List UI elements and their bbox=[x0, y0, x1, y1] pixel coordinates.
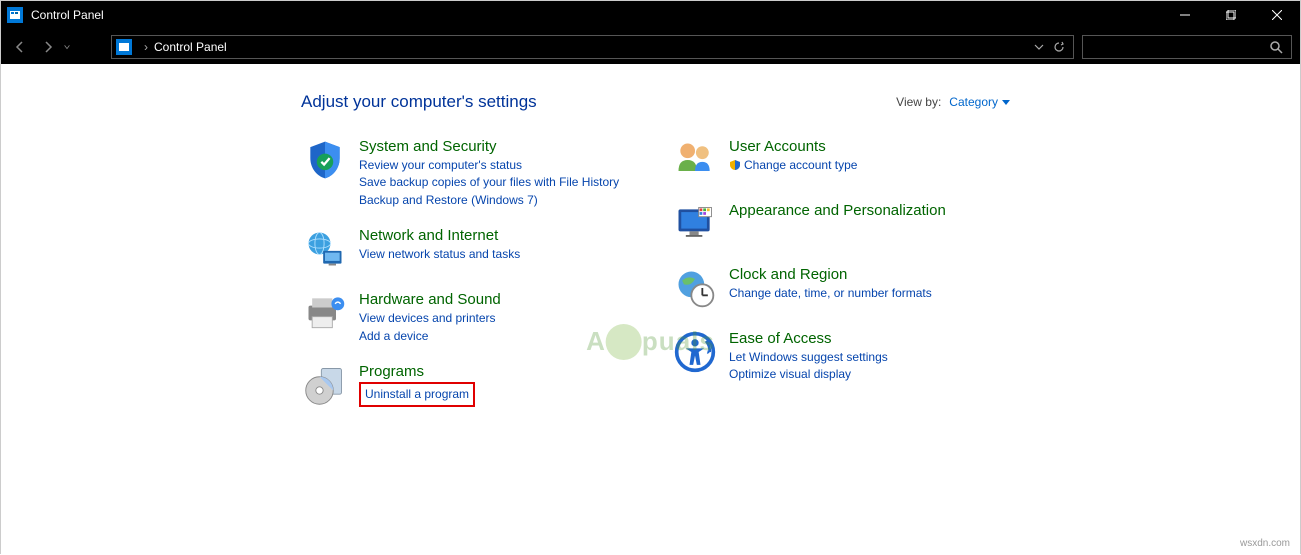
category-title[interactable]: User Accounts bbox=[729, 138, 857, 155]
page-title: Adjust your computer's settings bbox=[301, 92, 896, 112]
up-button[interactable] bbox=[77, 34, 103, 60]
chevron-down-icon bbox=[1002, 98, 1010, 106]
view-by-value: Category bbox=[949, 95, 998, 109]
chevron-down-icon[interactable] bbox=[1033, 41, 1045, 53]
category-link[interactable]: Optimize visual display bbox=[729, 366, 888, 383]
category-link[interactable]: View network status and tasks bbox=[359, 246, 520, 263]
control-panel-icon bbox=[116, 39, 132, 55]
shield-icon[interactable] bbox=[301, 136, 349, 184]
refresh-icon[interactable] bbox=[1053, 41, 1065, 53]
category-appearance: Appearance and Personalization bbox=[671, 200, 1001, 248]
category-title[interactable]: Programs bbox=[359, 363, 475, 380]
content-area: Adjust your computer's settings View by:… bbox=[1, 64, 1300, 555]
back-button[interactable] bbox=[7, 34, 33, 60]
nav-bar: › Control Panel bbox=[1, 29, 1300, 64]
history-dropdown[interactable] bbox=[63, 40, 75, 54]
globe-network-icon[interactable] bbox=[301, 225, 349, 273]
category-programs: Programs Uninstall a program bbox=[301, 361, 631, 409]
clock-globe-icon[interactable] bbox=[671, 264, 719, 312]
left-column: System and Security Review your computer… bbox=[301, 136, 631, 425]
view-by-dropdown[interactable]: Category bbox=[949, 95, 1010, 109]
minimize-button[interactable] bbox=[1162, 1, 1208, 29]
category-title[interactable]: Clock and Region bbox=[729, 266, 932, 283]
category-title[interactable]: Ease of Access bbox=[729, 330, 888, 347]
forward-button[interactable] bbox=[35, 34, 61, 60]
category-link[interactable]: Save backup copies of your files with Fi… bbox=[359, 174, 619, 191]
search-input[interactable] bbox=[1082, 35, 1292, 59]
accessibility-icon[interactable] bbox=[671, 328, 719, 376]
monitor-icon[interactable] bbox=[671, 200, 719, 248]
category-title[interactable]: Hardware and Sound bbox=[359, 291, 501, 308]
address-bar[interactable]: › Control Panel bbox=[111, 35, 1074, 59]
category-link[interactable]: Backup and Restore (Windows 7) bbox=[359, 192, 619, 209]
category-title[interactable]: Network and Internet bbox=[359, 227, 520, 244]
category-link[interactable]: Change date, time, or number formats bbox=[729, 285, 932, 302]
people-icon[interactable] bbox=[671, 136, 719, 184]
category-ease-of-access: Ease of Access Let Windows suggest setti… bbox=[671, 328, 1001, 384]
category-link[interactable]: View devices and printers bbox=[359, 310, 501, 327]
search-icon bbox=[1269, 40, 1283, 54]
window-title: Control Panel bbox=[31, 8, 1162, 22]
category-clock-region: Clock and Region Change date, time, or n… bbox=[671, 264, 1001, 312]
link-text: Change account type bbox=[744, 158, 857, 172]
category-title[interactable]: Appearance and Personalization bbox=[729, 202, 946, 219]
disc-icon[interactable] bbox=[301, 361, 349, 409]
window-controls bbox=[1162, 1, 1300, 29]
uac-shield-icon bbox=[729, 159, 741, 176]
close-button[interactable] bbox=[1254, 1, 1300, 29]
category-hardware: Hardware and Sound View devices and prin… bbox=[301, 289, 631, 345]
maximize-button[interactable] bbox=[1208, 1, 1254, 29]
source-watermark: wsxdn.com bbox=[1240, 538, 1290, 549]
breadcrumb-separator-icon: › bbox=[144, 40, 148, 54]
view-by-label: View by: bbox=[896, 95, 941, 109]
category-link[interactable]: Let Windows suggest settings bbox=[729, 349, 888, 366]
category-link[interactable]: Add a device bbox=[359, 328, 501, 345]
uninstall-program-link[interactable]: Uninstall a program bbox=[365, 387, 469, 401]
category-link[interactable]: Change account type bbox=[729, 157, 857, 176]
category-title[interactable]: System and Security bbox=[359, 138, 619, 155]
category-system-security: System and Security Review your computer… bbox=[301, 136, 631, 209]
category-link[interactable]: Review your computer's status bbox=[359, 157, 619, 174]
highlighted-link: Uninstall a program bbox=[359, 382, 475, 407]
category-user-accounts: User Accounts Change account type bbox=[671, 136, 1001, 184]
right-column: User Accounts Change account type Appear… bbox=[671, 136, 1001, 425]
breadcrumb-item[interactable]: Control Panel bbox=[154, 40, 227, 54]
category-network: Network and Internet View network status… bbox=[301, 225, 631, 273]
printer-icon[interactable] bbox=[301, 289, 349, 337]
view-by-control: View by: Category bbox=[896, 95, 1240, 109]
app-icon bbox=[7, 7, 23, 23]
title-bar: Control Panel bbox=[1, 1, 1300, 29]
